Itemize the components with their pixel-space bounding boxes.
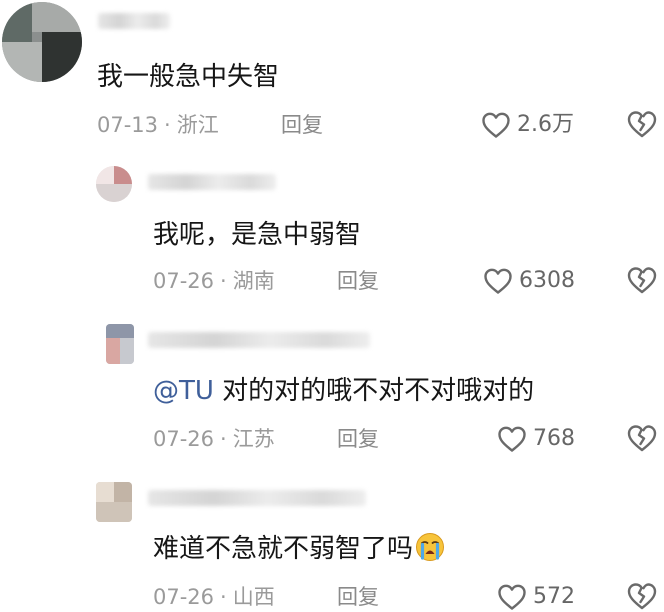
like-button[interactable]: 6308 [483,266,575,296]
like-button[interactable]: 768 [497,424,575,454]
comment-meta: 07-26 · 湖南 [153,267,275,295]
mention-link[interactable]: @TU [153,376,214,406]
comment-date: 07-26 [153,585,215,609]
reply-item: 难道不急就不弱智了吗 07-26 · 山西 回复 572 [0,470,664,610]
username-blurred[interactable] [98,13,170,29]
comment-date: 07-26 [153,269,215,293]
reply-item: @TU 对的对的哦不对不对哦对的 07-26 · 江苏 回复 768 [0,310,664,460]
reply-button[interactable]: 回复 [281,111,323,139]
meta-separator: · [164,113,171,137]
like-count: 6308 [519,268,575,293]
dislike-button[interactable] [626,581,658,611]
comment-text: @TU 对的对的哦不对不对哦对的 [153,374,534,408]
comment-item: 我一般急中失智 07-13 · 浙江 回复 2.6万 [0,0,664,150]
like-count: 2.6万 [517,112,574,137]
avatar[interactable] [2,2,82,82]
like-count: 572 [533,584,575,609]
heart-outline-icon [497,425,527,453]
reply-button[interactable]: 回复 [337,425,379,453]
comment-body: 对的对的哦不对不对哦对的 [213,376,535,406]
reply-button[interactable]: 回复 [337,267,379,295]
dislike-button[interactable] [626,265,658,295]
username-blurred[interactable] [148,490,366,506]
comment-date: 07-26 [153,427,215,451]
broken-heart-icon [626,423,658,453]
reply-item: 我呢，是急中弱智 07-26 · 湖南 回复 6308 [0,150,664,300]
comment-thread-screen: { "comments": [ { "text": "我一般急中失智", "da… [0,0,664,610]
comment-text: 我一般急中失智 [97,62,280,92]
like-count: 768 [533,426,575,451]
loudly-crying-face-icon [415,532,445,562]
avatar[interactable] [96,166,132,202]
reply-button[interactable]: 回复 [337,583,379,611]
dislike-button[interactable] [626,109,658,139]
broken-heart-icon [626,265,658,295]
username-blurred[interactable] [148,332,370,348]
meta-separator: · [220,427,227,451]
broken-heart-icon [626,581,658,611]
comment-meta: 07-26 · 江苏 [153,425,275,453]
meta-separator: · [220,269,227,293]
heart-outline-icon [483,267,513,295]
comment-body: 难道不急就不弱智了吗 [153,534,414,564]
like-button[interactable]: 2.6万 [481,110,574,140]
dislike-button[interactable] [626,423,658,453]
comment-location: 江苏 [232,427,275,451]
like-button[interactable]: 572 [497,582,575,612]
comment-location: 浙江 [176,113,219,137]
broken-heart-icon [626,109,658,139]
meta-separator: · [220,585,227,609]
comment-location: 山西 [232,585,275,609]
comment-meta: 07-26 · 山西 [153,583,275,611]
username-blurred[interactable] [148,174,276,190]
comment-text: 我呢，是急中弱智 [153,220,362,250]
heart-outline-icon [497,583,527,611]
comment-location: 湖南 [232,269,275,293]
comment-meta: 07-13 · 浙江 [97,111,219,139]
avatar[interactable] [96,482,132,522]
avatar[interactable] [106,324,134,364]
comment-text: 难道不急就不弱智了吗 [153,532,445,566]
comment-date: 07-13 [97,113,159,137]
heart-outline-icon [481,111,511,139]
